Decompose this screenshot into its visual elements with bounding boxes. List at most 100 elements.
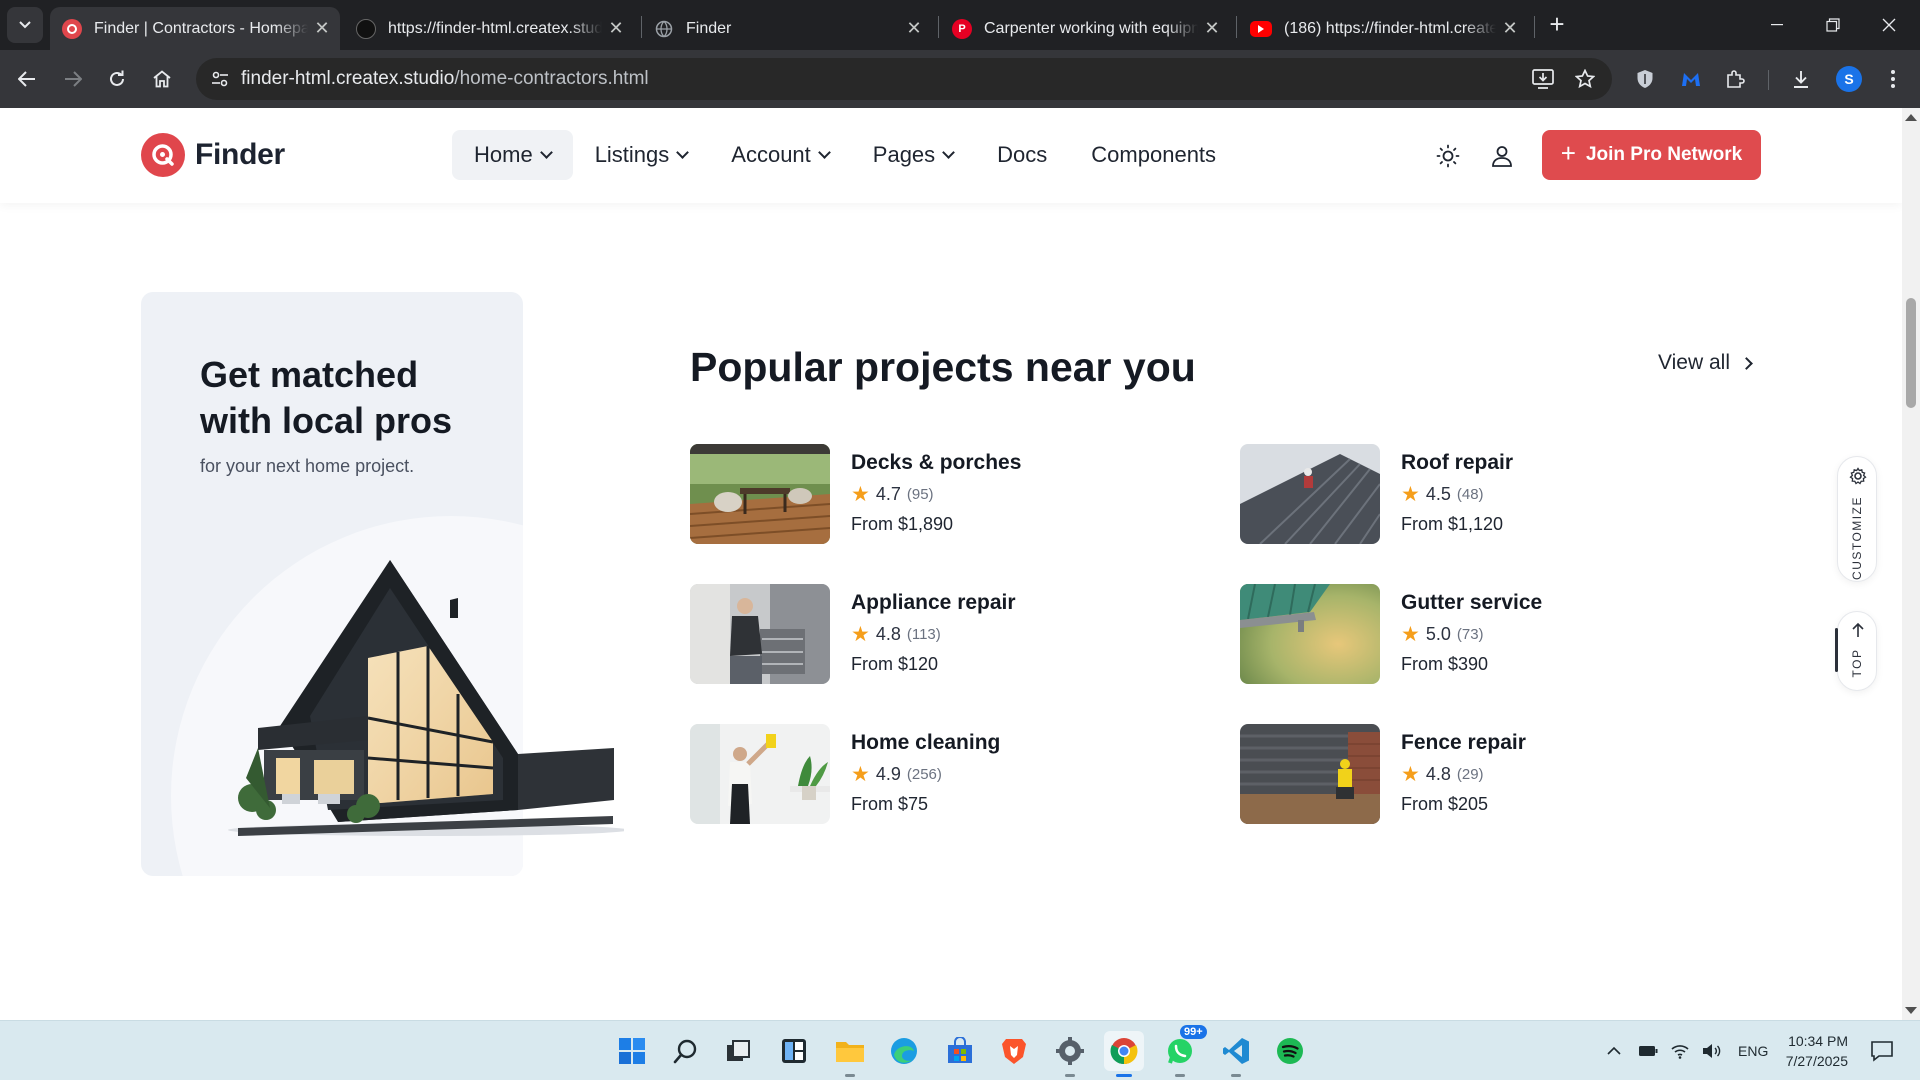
logo-text: Finder [195, 138, 285, 171]
nav-item-pages[interactable]: Pages [851, 130, 975, 180]
chevron-up-icon[interactable] [1606, 1046, 1622, 1056]
tab-finder-contractors[interactable]: Finder | Contractors - Homepage ✕ [50, 7, 340, 50]
account-button[interactable] [1486, 140, 1518, 172]
browser-menu-button[interactable] [1876, 62, 1910, 96]
tab-search-button[interactable] [7, 7, 43, 43]
nav-item-components[interactable]: Components [1069, 130, 1238, 180]
url-host: finder-html.createx.studio [241, 68, 455, 89]
close-window-button[interactable] [1862, 0, 1916, 50]
home-button[interactable] [145, 62, 179, 96]
nav-item-listings[interactable]: Listings [573, 130, 710, 180]
reload-button[interactable] [100, 62, 134, 96]
sun-icon [1436, 144, 1460, 168]
extension-shield-button[interactable] [1628, 62, 1662, 96]
project-rating: ★ 5.0 (73) [1401, 624, 1484, 645]
tab-pinterest[interactable]: P Carpenter working with equipment ✕ [940, 7, 1230, 50]
site-info-icon[interactable] [206, 65, 234, 93]
tab-separator [1534, 16, 1535, 38]
battery-icon[interactable] [1638, 1044, 1658, 1058]
whatsapp-button[interactable]: 99+ [1160, 1025, 1207, 1077]
system-clock[interactable]: 10:34 PM 7/27/2025 [1770, 1031, 1848, 1071]
project-name[interactable]: Appliance repair [851, 591, 1016, 615]
nav-item-home[interactable]: Home [452, 130, 573, 180]
close-tab-icon[interactable]: ✕ [602, 18, 630, 39]
close-tab-icon[interactable]: ✕ [1198, 18, 1226, 39]
wifi-icon[interactable] [1670, 1043, 1690, 1059]
edge-button[interactable] [884, 1031, 924, 1071]
vscode-button[interactable] [1216, 1031, 1256, 1077]
star-outline-icon [1575, 69, 1595, 89]
tab-finder[interactable]: Finder ✕ [642, 7, 932, 50]
bookmark-button[interactable] [1568, 62, 1602, 96]
view-all-link[interactable]: View all [1658, 351, 1753, 375]
url-text[interactable]: finder-html.createx.studio/home-contract… [241, 68, 649, 90]
project-rating: ★ 4.5 (48) [1401, 484, 1484, 505]
start-button[interactable] [612, 1031, 652, 1071]
chevron-down-icon [539, 146, 553, 159]
brave-button[interactable] [994, 1031, 1034, 1071]
close-tab-icon[interactable]: ✕ [308, 18, 336, 39]
new-tab-button[interactable]: + [1540, 8, 1574, 42]
chrome-button[interactable] [1104, 1031, 1144, 1077]
nav-label: Components [1091, 142, 1217, 167]
close-tab-icon[interactable]: ✕ [1496, 18, 1524, 39]
project-name[interactable]: Decks & porches [851, 451, 1021, 475]
forward-button[interactable] [56, 62, 90, 96]
site-logo[interactable]: Finder [141, 133, 285, 177]
extensions-button[interactable] [1718, 62, 1752, 96]
minimize-icon [1771, 24, 1783, 26]
project-card-roof[interactable]: Roof repair ★ 4.5 (48) From $1,120 [1240, 444, 1700, 544]
customize-button[interactable]: CUSTOMIZE [1837, 456, 1877, 582]
back-button[interactable] [10, 62, 44, 96]
profile-avatar[interactable]: S [1836, 66, 1862, 92]
chevron-down-icon [19, 21, 31, 29]
page-scrollbar[interactable] [1902, 108, 1920, 1020]
project-name[interactable]: Gutter service [1401, 591, 1542, 615]
project-card-appliance[interactable]: Appliance repair ★ 4.8 (113) From $120 [690, 584, 1150, 684]
taskbar-search-button[interactable] [666, 1031, 706, 1071]
restore-button[interactable] [1806, 0, 1860, 50]
minimize-button[interactable] [1750, 0, 1804, 50]
address-bar[interactable]: finder-html.createx.studio/home-contract… [196, 58, 1612, 100]
back-to-top-button[interactable]: TOP [1835, 611, 1877, 691]
nav-item-docs[interactable]: Docs [975, 130, 1069, 180]
tab-createx[interactable]: https://finder-html.createx.studio ✕ [344, 7, 634, 50]
task-view-button[interactable] [718, 1031, 758, 1071]
finder-logo-icon [62, 18, 82, 39]
project-card-cleaning[interactable]: Home cleaning ★ 4.9 (256) From $75 [690, 724, 1150, 824]
settings-button[interactable] [1050, 1031, 1090, 1077]
project-price: From $390 [1401, 654, 1489, 674]
scroll-down-arrow[interactable] [1905, 1007, 1917, 1014]
tab-youtube[interactable]: (186) https://finder-html.createx ✕ [1238, 7, 1528, 50]
project-thumbnail-gutter [1240, 584, 1380, 684]
folder-icon [836, 1042, 864, 1062]
language-indicator[interactable]: ENG [1738, 1043, 1768, 1059]
notification-center-button[interactable] [1862, 1031, 1902, 1071]
volume-icon[interactable] [1702, 1043, 1722, 1059]
project-name[interactable]: Home cleaning [851, 731, 1000, 755]
main-nav: Home Listings Account Pages Docs Compone… [452, 130, 1238, 180]
extension-malwarebytes-button[interactable] [1674, 62, 1708, 96]
spotify-button[interactable] [1270, 1031, 1310, 1071]
project-name[interactable]: Roof repair [1401, 451, 1513, 475]
project-card-fence[interactable]: Fence repair ★ 4.8 (29) From $205 [1240, 724, 1700, 824]
browser-toolbar: finder-html.createx.studio/home-contract… [0, 50, 1920, 108]
project-card-gutter[interactable]: Gutter service ★ 5.0 (73) From $390 [1240, 584, 1700, 684]
running-indicator [1065, 1074, 1075, 1077]
nav-item-account[interactable]: Account [709, 130, 851, 180]
theme-toggle-button[interactable] [1432, 140, 1464, 172]
file-explorer-button[interactable] [830, 1031, 870, 1077]
scrollbar-thumb[interactable] [1906, 298, 1916, 408]
project-name[interactable]: Fence repair [1401, 731, 1526, 755]
microsoft-store-button[interactable] [940, 1031, 980, 1071]
close-tab-icon[interactable]: ✕ [900, 18, 928, 39]
join-pro-network-button[interactable]: + Join Pro Network [1542, 130, 1761, 180]
install-app-button[interactable] [1526, 62, 1560, 96]
project-card-decks[interactable]: Decks & porches ★ 4.7 (95) From $1,890 [690, 444, 1150, 544]
widgets-button[interactable] [774, 1031, 814, 1071]
downloads-button[interactable] [1784, 62, 1818, 96]
page-viewport: Finder Home Listings Account Pages Docs … [0, 108, 1902, 1020]
running-indicator [845, 1074, 855, 1077]
rating-value: 4.8 [1425, 764, 1451, 784]
scroll-up-arrow[interactable] [1905, 114, 1917, 121]
